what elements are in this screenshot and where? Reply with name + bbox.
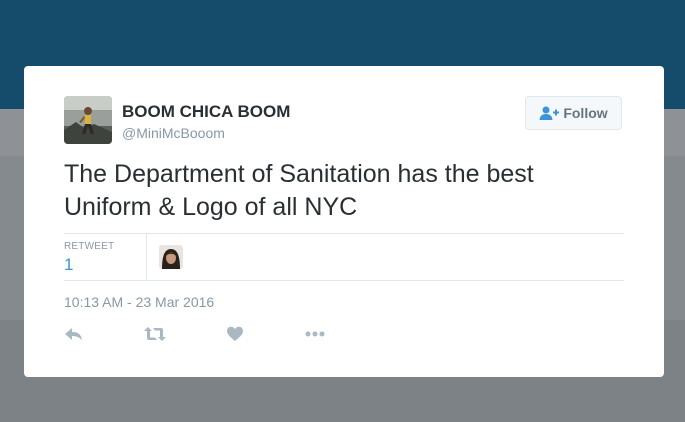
reply-icon[interactable] <box>64 325 86 343</box>
retweet-icon[interactable] <box>144 325 166 343</box>
follow-button[interactable]: Follow <box>525 96 622 130</box>
stats-bottom-divider <box>64 280 624 281</box>
tweet-timestamp[interactable]: 10:13 AM - 23 Mar 2016 <box>64 294 214 310</box>
like-icon[interactable] <box>226 325 248 343</box>
more-icon[interactable] <box>304 325 326 343</box>
retweet-count[interactable]: 1 <box>64 255 73 275</box>
author-avatar-photo <box>64 96 112 144</box>
follow-button-label: Follow <box>563 105 608 121</box>
retweet-label: RETWEET <box>64 241 115 252</box>
tweet-card: BOOM CHICA BOOM @MiniMcBooom Follow The … <box>24 66 664 377</box>
author-avatar[interactable] <box>64 96 112 144</box>
author-handle[interactable]: @MiniMcBooom <box>122 125 225 141</box>
tweet-text: The Department of Sanitation has the bes… <box>64 160 534 221</box>
stats-top-divider <box>64 233 624 234</box>
add-user-icon <box>539 105 560 121</box>
author-name[interactable]: BOOM CHICA BOOM <box>122 102 290 122</box>
stats-separator <box>146 234 147 280</box>
retweeter-avatar-photo <box>159 245 183 269</box>
retweeter-avatar[interactable] <box>159 245 183 269</box>
